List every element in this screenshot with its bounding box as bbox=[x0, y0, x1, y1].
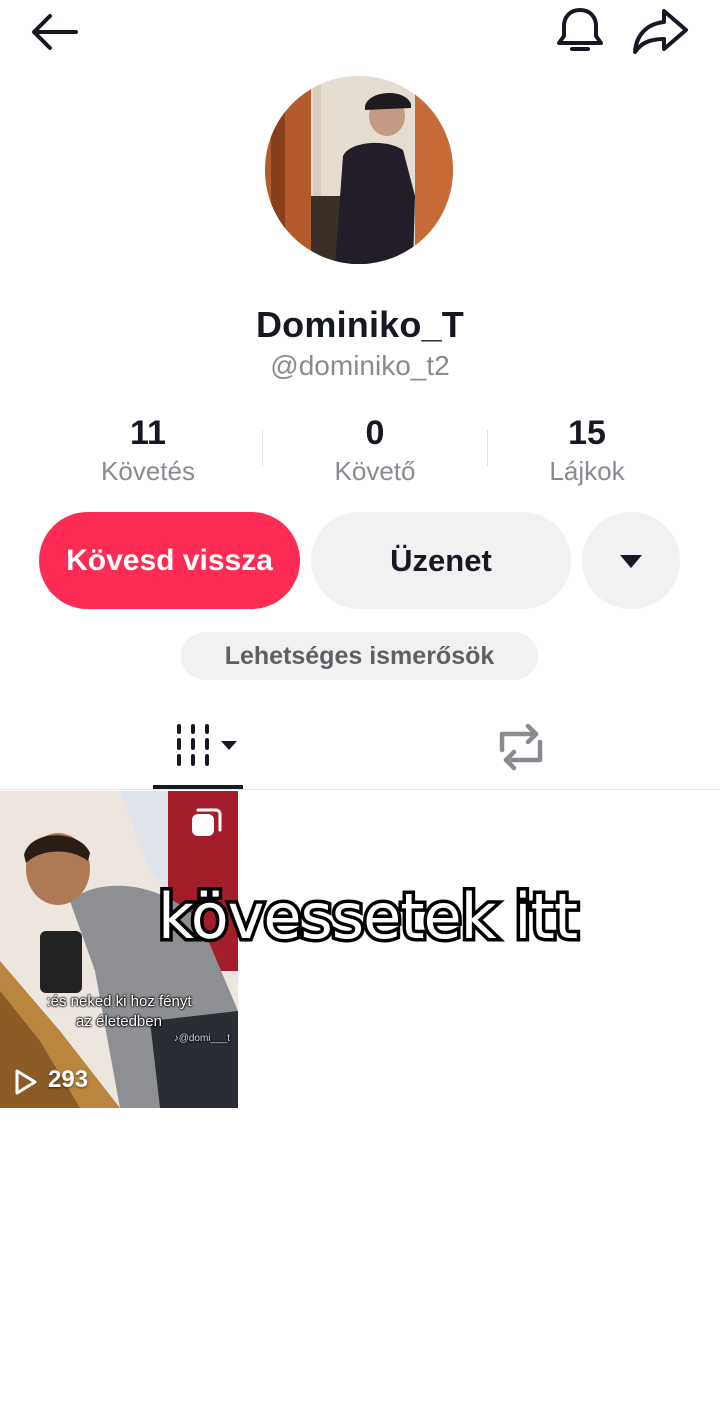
avatar[interactable] bbox=[265, 76, 453, 264]
repost-icon bbox=[499, 723, 543, 771]
grid-icon bbox=[177, 724, 237, 766]
following-label: Követés bbox=[101, 456, 195, 486]
likes-count: 15 bbox=[568, 414, 606, 452]
stat-followers[interactable]: 0 Követő bbox=[285, 412, 465, 488]
share-arrow-icon bbox=[633, 9, 688, 54]
tab-reposts[interactable] bbox=[470, 712, 570, 784]
share-button[interactable] bbox=[630, 6, 692, 56]
multi-clip-icon bbox=[188, 806, 224, 840]
suggested-accounts-chip[interactable]: Lehetséges ismerősök bbox=[181, 632, 538, 680]
video-caption: :és neked ki hoz fényt az életedben ♪@do… bbox=[0, 992, 238, 1046]
stat-divider bbox=[487, 430, 488, 466]
following-count: 11 bbox=[130, 414, 166, 452]
caret-down-icon bbox=[620, 554, 642, 568]
username: @dominiko_t2 bbox=[270, 350, 450, 381]
tab-divider bbox=[0, 789, 720, 790]
more-options-button[interactable] bbox=[582, 512, 680, 609]
likes-label: Lájkok bbox=[549, 456, 625, 486]
tab-videos[interactable] bbox=[153, 712, 243, 784]
arrow-left-icon bbox=[32, 14, 78, 50]
followers-count: 0 bbox=[365, 414, 385, 452]
bell-icon bbox=[557, 8, 603, 51]
stat-divider bbox=[262, 430, 263, 466]
overlay-caption: kövessetek itt bbox=[154, 877, 581, 957]
message-button[interactable]: Üzenet bbox=[311, 512, 571, 609]
notifications-button[interactable] bbox=[552, 4, 608, 56]
follow-back-button[interactable]: Kövesd vissza bbox=[39, 512, 300, 609]
stat-likes[interactable]: 15 Lájkok bbox=[497, 412, 677, 488]
video-watermark: ♪@domi___t bbox=[173, 1033, 230, 1044]
stat-following[interactable]: 11 Követés bbox=[58, 412, 238, 488]
video-caption-line2: az életedben bbox=[76, 1013, 162, 1030]
display-name: Dominiko_T bbox=[255, 304, 464, 345]
video-view-count: 293 bbox=[48, 1066, 89, 1093]
play-icon bbox=[14, 1068, 38, 1096]
back-button[interactable] bbox=[26, 8, 82, 56]
video-caption-line1: :és neked ki hoz fényt bbox=[46, 993, 192, 1010]
followers-label: Követő bbox=[334, 456, 416, 486]
avatar-photo bbox=[265, 76, 453, 264]
